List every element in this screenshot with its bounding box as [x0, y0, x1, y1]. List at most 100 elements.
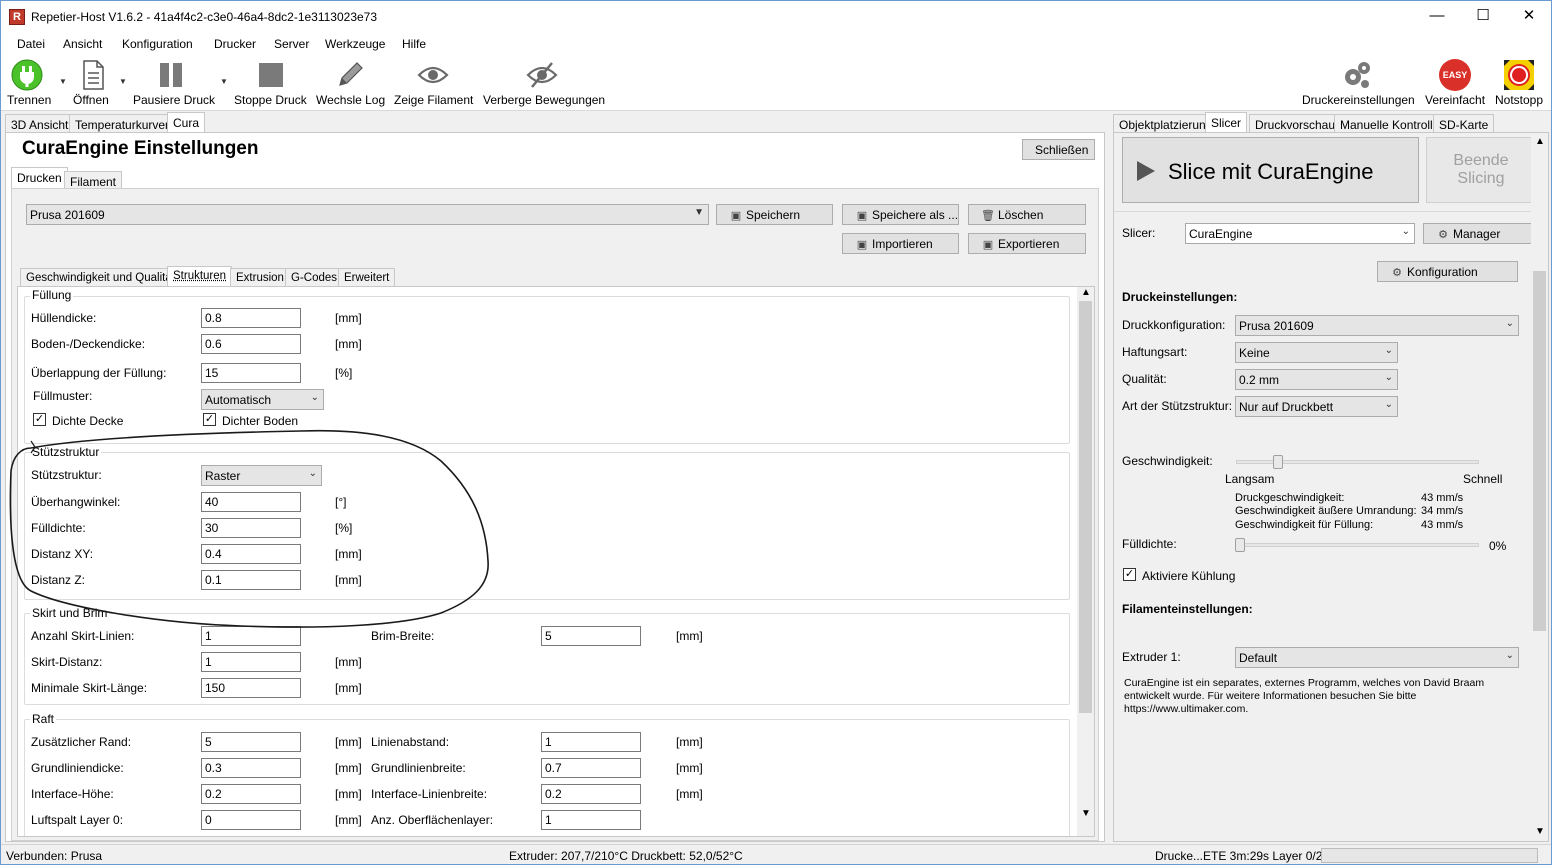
infill-slider[interactable] — [1235, 538, 1479, 552]
minimize-button[interactable]: — — [1414, 1, 1460, 33]
import-button[interactable]: ▣ Importieren — [842, 233, 959, 254]
brim-width-input[interactable]: 5 — [541, 626, 641, 646]
pause-print-button[interactable]: Pausiere Druck — [131, 57, 215, 109]
print-config-select[interactable]: Prusa 201609 ⌄ — [1235, 315, 1519, 336]
subtab-print[interactable]: Drucken — [11, 167, 68, 188]
easy-mode-button[interactable]: EASY Vereinfacht — [1423, 57, 1487, 109]
tab-manual-control[interactable]: Manuelle Kontrolle — [1334, 114, 1446, 133]
maximize-button[interactable]: ☐ — [1460, 1, 1506, 33]
menu-werkzeuge[interactable]: Werkzeuge — [325, 37, 385, 51]
export-button[interactable]: ▣ Exportieren — [968, 233, 1086, 254]
save-as-button[interactable]: ▣ Speichere als ... — [842, 204, 959, 225]
adhesion-select[interactable]: Keine ⌄ — [1235, 342, 1398, 363]
close-window-button[interactable]: ✕ — [1506, 1, 1551, 33]
speed-slider-thumb[interactable] — [1273, 455, 1283, 469]
interface-height-input[interactable]: 0.2 — [201, 784, 301, 804]
interface-width-input[interactable]: 0.2 — [541, 784, 641, 804]
printer-settings-button[interactable]: Druckereinstellungen — [1301, 57, 1417, 109]
tab-cura[interactable]: Cura — [167, 112, 206, 133]
stop-print-button[interactable]: Stoppe Druck — [233, 57, 309, 109]
stop-print-label: Stoppe Druck — [234, 93, 307, 107]
slicer-select[interactable]: CuraEngine ⌄ — [1185, 223, 1415, 244]
dense-top-checkbox[interactable]: ✓ — [33, 413, 46, 426]
subtab-filament[interactable]: Filament — [64, 171, 123, 189]
cooling-checkbox[interactable]: ✓ — [1123, 568, 1136, 581]
line-spacing-input[interactable]: 1 — [541, 732, 641, 752]
skirt-min-length-input[interactable]: 150 — [201, 678, 301, 698]
scroll-down-icon[interactable]: ▼ — [1081, 808, 1091, 819]
support-density-input[interactable]: 30 — [201, 518, 301, 538]
tab-sd-card[interactable]: SD-Karte — [1433, 114, 1495, 133]
scroll-down-icon[interactable]: ▼ — [1535, 826, 1545, 837]
extruder-select[interactable]: Default ⌄ — [1235, 647, 1519, 668]
delete-profile-button[interactable]: 🗑 Löschen — [968, 204, 1086, 225]
distance-z-unit: [mm] — [335, 573, 362, 587]
pattern-value: Automatisch — [205, 393, 272, 407]
tab-structures[interactable]: Strukturen — [167, 266, 233, 286]
tab-speed-quality[interactable]: Geschwindigkeit und Qualität — [20, 268, 181, 286]
shell-input[interactable]: 0.8 — [201, 308, 301, 328]
overhang-angle-input[interactable]: 40 — [201, 492, 301, 512]
distance-xy-input[interactable]: 0.4 — [201, 544, 301, 564]
overhang-angle-label: Überhangwinkel: — [31, 495, 121, 509]
tab-print-preview[interactable]: Druckvorschau — [1249, 114, 1342, 133]
base-thickness-input[interactable]: 0.3 — [201, 758, 301, 778]
scroll-thumb[interactable] — [1533, 271, 1546, 631]
menu-hilfe[interactable]: Hilfe — [402, 37, 426, 51]
menu-datei[interactable]: Datei — [17, 37, 45, 51]
menu-server[interactable]: Server — [274, 37, 309, 51]
open-dropdown-icon[interactable]: ▼ — [119, 77, 127, 86]
bottom-top-input[interactable]: 0.6 — [201, 334, 301, 354]
slice-button[interactable]: Slice mit CuraEngine — [1122, 137, 1419, 203]
toggle-log-button[interactable]: Wechsle Log — [315, 57, 385, 109]
quality-select[interactable]: 0.2 mm ⌄ — [1235, 369, 1398, 390]
tab-extrusion[interactable]: Extrusion — [230, 268, 290, 286]
raft-margin-input[interactable]: 5 — [201, 732, 301, 752]
tab-temperature-curves[interactable]: Temperaturkurven — [69, 114, 178, 133]
scroll-thumb[interactable] — [1079, 301, 1092, 713]
pause-dropdown-icon[interactable]: ▼ — [220, 77, 228, 86]
emergency-stop-button[interactable]: Notstopp — [1493, 57, 1547, 109]
infill-slider-thumb[interactable] — [1235, 538, 1245, 552]
skirt-distance-input[interactable]: 1 — [201, 652, 301, 672]
menu-konfiguration[interactable]: Konfiguration — [122, 37, 193, 51]
disconnect-button[interactable]: Trennen — [5, 57, 55, 109]
speed-slider[interactable] — [1236, 455, 1479, 469]
easy-mode-label: Vereinfacht — [1425, 93, 1486, 107]
close-cura-button[interactable]: Schließen — [1022, 139, 1095, 160]
support-type-select[interactable]: Nur auf Druckbett ⌄ — [1235, 396, 1398, 417]
dense-bottom-checkbox[interactable]: ✓ — [203, 413, 216, 426]
tab-slicer[interactable]: Slicer — [1205, 112, 1248, 133]
overlap-input[interactable]: 15 — [201, 363, 301, 383]
air-gap-unit: [mm] — [335, 813, 362, 827]
slicer-scrollbar[interactable]: ▲ ▼ — [1531, 136, 1548, 840]
skirt-lines-input[interactable]: 1 — [201, 626, 301, 646]
support-type-select[interactable]: Raster ⌄ — [201, 465, 322, 486]
manager-button[interactable]: ⚙ Manager — [1423, 223, 1532, 244]
surface-layers-input[interactable]: 1 — [541, 810, 641, 830]
menu-ansicht[interactable]: Ansicht — [63, 37, 102, 51]
tab-advanced[interactable]: Erweitert — [338, 268, 396, 286]
open-button[interactable]: Öffnen — [71, 57, 115, 109]
distance-z-input[interactable]: 0.1 — [201, 570, 301, 590]
structures-scrollbar[interactable]: ▲ ▼ — [1077, 287, 1094, 836]
configuration-button[interactable]: ⚙ Konfiguration — [1377, 261, 1518, 282]
easy-badge-icon: EASY — [1439, 59, 1471, 91]
air-gap-input[interactable]: 0 — [201, 810, 301, 830]
stop-slicing-button[interactable]: Beende Slicing — [1426, 137, 1536, 203]
pattern-select[interactable]: Automatisch ⌄ — [201, 389, 324, 410]
save-profile-button[interactable]: ▣ Speichern — [716, 204, 833, 225]
stop-icon — [259, 63, 283, 87]
tab-object-placement[interactable]: Objektplatzierung — [1113, 114, 1219, 133]
info-link[interactable]: https://www.ultimaker.com. — [1124, 703, 1248, 715]
profile-select[interactable]: Prusa 201609 ▼ — [26, 204, 709, 225]
hide-moves-button[interactable]: Verberge Bewegungen — [482, 57, 605, 109]
show-filament-button[interactable]: Zeige Filament — [393, 57, 473, 109]
tab-3d-view[interactable]: 3D Ansicht — [5, 114, 75, 133]
scroll-up-icon[interactable]: ▲ — [1535, 136, 1545, 147]
tab-gcodes[interactable]: G-Codes — [285, 268, 344, 286]
base-width-input[interactable]: 0.7 — [541, 758, 641, 778]
scroll-up-icon[interactable]: ▲ — [1081, 287, 1091, 298]
menu-drucker[interactable]: Drucker — [214, 37, 256, 51]
disconnect-dropdown-icon[interactable]: ▼ — [59, 77, 67, 86]
